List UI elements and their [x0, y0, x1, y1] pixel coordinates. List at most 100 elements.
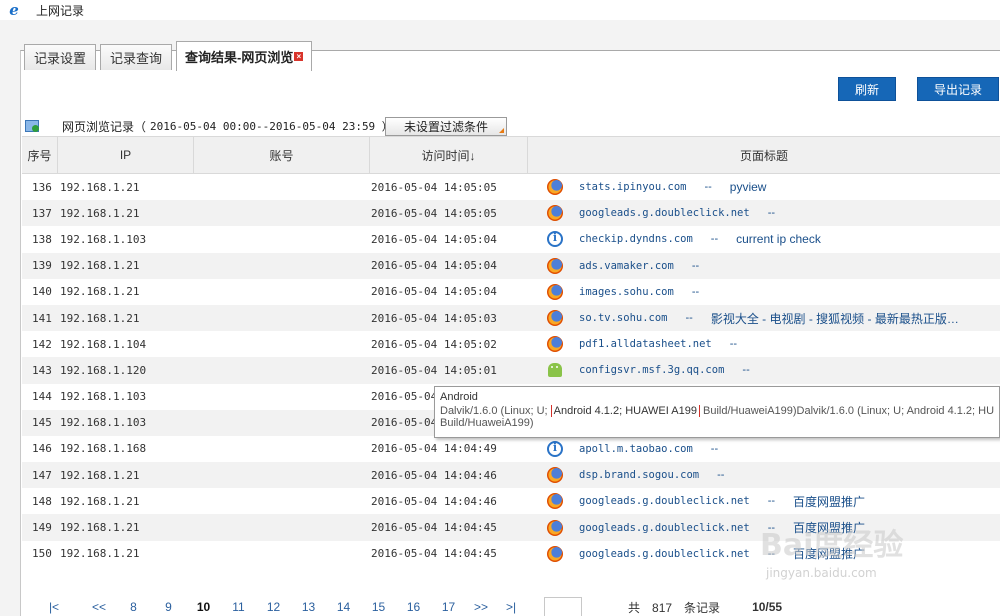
cell-time: 2016-05-04 14:05:05: [371, 206, 497, 220]
cell-time: 2016-05-04 14:05:01: [371, 363, 497, 377]
cell-page-title: 影视大全 - 电视剧 - 搜狐视频 - 最新最热正版…: [710, 311, 959, 326]
table-row[interactable]: 139 192.168.1.21 2016-05-04 14:05:04 ads.va…: [22, 252, 1000, 279]
cell-url[interactable]: checkip.dyndns.com: [579, 233, 693, 245]
filter-conditions-button[interactable]: 未设置过滤条件: [385, 117, 507, 136]
cell-url[interactable]: ads.vamaker.com: [579, 260, 674, 272]
page-number-link[interactable]: 8: [116, 600, 151, 614]
table-header: 序号 IP 账号 访问时间↓ 页面标题: [22, 136, 1000, 174]
cell-no: 138: [32, 232, 52, 246]
table-row[interactable]: 141 192.168.1.21 2016-05-04 14:05:03 so.tv.…: [22, 304, 1000, 332]
table-row[interactable]: 140 192.168.1.21 2016-05-04 14:05:04 images…: [22, 279, 1000, 305]
table-row[interactable]: 137 192.168.1.21 2016-05-04 14:05:05 google…: [22, 200, 1000, 227]
table-row[interactable]: 136 192.168.1.21 2016-05-04 14:05:05 stats.…: [22, 174, 1000, 200]
table-row[interactable]: 146 192.168.1.168 2016-05-04 14:04:49 apoll…: [22, 436, 1000, 462]
page-numbers: 8 9 10 11 12 13 14 15 16 17: [116, 600, 466, 614]
cell-ip: 192.168.1.103: [60, 390, 147, 404]
close-icon[interactable]: ×: [294, 52, 304, 61]
cell-url[interactable]: googleads.g.doubleclick.net: [579, 548, 750, 560]
prev-pages-button[interactable]: <<: [64, 600, 116, 614]
firefox-icon[interactable]: [547, 519, 563, 536]
dropdown-corner-icon: [499, 128, 504, 133]
cell-url[interactable]: so.tv.sohu.com: [579, 312, 668, 324]
page-number-link[interactable]: 16: [396, 600, 431, 614]
cell-browser: [531, 440, 579, 457]
page-number-link[interactable]: 15: [361, 600, 396, 614]
page-number-link[interactable]: 14: [326, 600, 361, 614]
first-page-button[interactable]: |<: [44, 600, 64, 614]
table-row[interactable]: 142 192.168.1.104 2016-05-04 14:05:02 pdf1.…: [22, 331, 1000, 357]
cell-url[interactable]: images.sohu.com: [579, 286, 674, 298]
cell-url[interactable]: dsp.brand.sogou.com: [579, 469, 699, 481]
header-page-title[interactable]: 页面标题: [528, 137, 1000, 173]
export-records-button[interactable]: 导出记录: [917, 77, 999, 101]
cell-page-title: current ip check: [736, 232, 821, 247]
table-row[interactable]: 147 192.168.1.21 2016-05-04 14:04:46 dsp.br…: [22, 462, 1000, 489]
table-row[interactable]: 148 192.168.1.21 2016-05-04 14:04:46 google…: [22, 488, 1000, 514]
table-row[interactable]: 149 192.168.1.21 2016-05-04 14:04:45 google…: [22, 514, 1000, 541]
next-pages-button[interactable]: >>: [466, 600, 496, 614]
cell-browser: [531, 336, 579, 353]
cell-time: 2016-05-04 14:04:46: [371, 468, 497, 482]
page-number-link[interactable]: 17: [431, 600, 466, 614]
cell-no: 149: [32, 521, 52, 535]
ie-icon[interactable]: [547, 440, 563, 457]
cell-no: 150: [32, 547, 52, 561]
cell-url[interactable]: configsvr.msf.3g.qq.com: [579, 364, 724, 376]
page-number-link[interactable]: 11: [221, 600, 256, 614]
cell-ip: 192.168.1.21: [60, 206, 140, 220]
tooltip-line: Build/HuaweiA199): [440, 417, 534, 429]
firefox-icon[interactable]: [547, 493, 563, 510]
header-visit-time[interactable]: 访问时间↓: [370, 137, 528, 173]
cell-ip: 192.168.1.21: [60, 521, 140, 535]
page-number-link[interactable]: 10: [186, 600, 221, 614]
firefox-icon[interactable]: [547, 336, 563, 353]
cell-browser: [531, 257, 579, 274]
records-date-range: 2016-05-04 00:00--2016-05-04 23:59 ）: [150, 120, 393, 133]
table-row[interactable]: 138 192.168.1.103 2016-05-04 14:05:04 check…: [22, 226, 1000, 252]
cell-page-title: pyview: [729, 180, 767, 195]
tab-query-result-web[interactable]: 查询结果-网页浏览 ×: [176, 41, 313, 71]
ie-icon[interactable]: [547, 231, 563, 248]
cell-url[interactable]: apoll.m.taobao.com: [579, 443, 693, 455]
firefox-icon[interactable]: [547, 545, 563, 562]
page-count: 10/55: [752, 600, 783, 614]
cell-no: 147: [32, 468, 52, 482]
header-ip[interactable]: IP: [58, 137, 194, 173]
records-label: 网页浏览记录（: [62, 119, 147, 134]
firefox-icon[interactable]: [547, 179, 563, 196]
header-account[interactable]: 账号: [194, 137, 370, 173]
page-number-link[interactable]: 9: [151, 600, 186, 614]
firefox-icon[interactable]: [547, 283, 563, 300]
cell-no: 136: [32, 180, 52, 194]
cell-browser: [531, 179, 579, 196]
cell-no: 141: [32, 311, 52, 325]
cell-url[interactable]: googleads.g.doubleclick.net: [579, 495, 750, 507]
last-page-button[interactable]: >|: [496, 600, 526, 614]
cell-url[interactable]: googleads.g.doubleclick.net: [579, 207, 750, 219]
cell-time: 2016-05-04 14:04:45: [371, 547, 497, 561]
page-jump-input[interactable]: [544, 597, 582, 616]
tooltip-text: Dalvik/1.6.0 (Linux; U;: [440, 405, 551, 417]
page-number-link[interactable]: 12: [256, 600, 291, 614]
firefox-icon[interactable]: [547, 257, 563, 274]
firefox-icon[interactable]: [547, 467, 563, 484]
filter-label: 未设置过滤条件: [403, 120, 488, 134]
table-row[interactable]: 150 192.168.1.21 2016-05-04 14:04:45 google…: [22, 541, 1000, 567]
cell-url[interactable]: googleads.g.doubleclick.net: [579, 522, 750, 534]
tab-record-query[interactable]: 记录查询: [100, 44, 173, 70]
cell-url[interactable]: stats.ipinyou.com: [579, 181, 686, 193]
cell-ip: 192.168.1.103: [60, 232, 147, 246]
android-icon[interactable]: [548, 363, 562, 378]
cell-url[interactable]: pdf1.alldatasheet.net: [579, 338, 712, 350]
header-no[interactable]: 序号: [22, 137, 58, 173]
page-number-link[interactable]: 13: [291, 600, 326, 614]
table-row[interactable]: 143 192.168.1.120 2016-05-04 14:05:01 confi…: [22, 357, 1000, 384]
total-count: 817: [652, 600, 673, 615]
firefox-icon[interactable]: [547, 310, 563, 327]
cell-ip: 192.168.1.21: [60, 311, 140, 325]
firefox-icon[interactable]: [547, 205, 563, 222]
tab-record-settings[interactable]: 记录设置: [24, 44, 97, 70]
cell-time: 2016-05-04 14:05:04: [371, 285, 497, 299]
refresh-button[interactable]: 刷新: [838, 77, 896, 101]
cell-time: 2016-05-04 14:05:03: [371, 311, 497, 325]
